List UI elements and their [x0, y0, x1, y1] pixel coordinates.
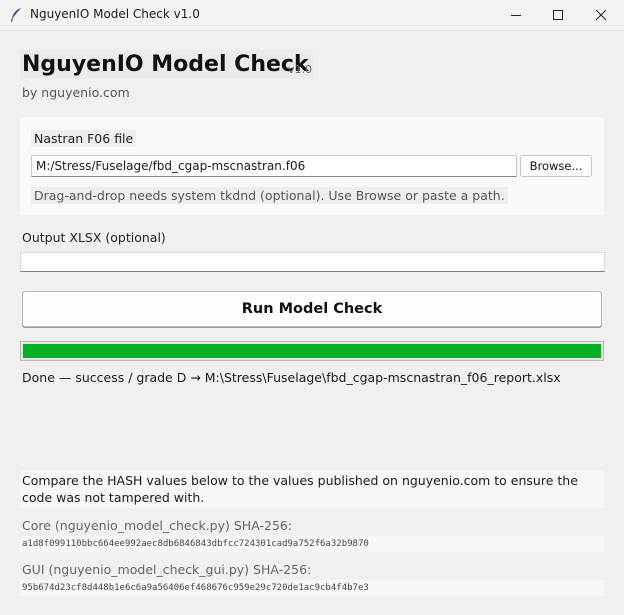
feather-icon	[9, 7, 23, 23]
status-message: Done — success / grade D → M:\Stress\Fus…	[22, 370, 561, 385]
maximize-icon	[553, 10, 563, 20]
output-xlsx-input[interactable]	[20, 252, 605, 272]
gui-hash-label: GUI (nguyenio_model_check_gui.py) SHA-25…	[22, 562, 312, 577]
core-hash-label: Core (nguyenio_model_check.py) SHA-256:	[22, 518, 293, 533]
window-title: NguyenIO Model Check v1.0	[30, 7, 200, 21]
browse-button[interactable]: Browse...	[520, 155, 592, 177]
maximize-button[interactable]	[535, 0, 581, 30]
close-icon	[595, 9, 607, 21]
f06-file-input[interactable]	[31, 155, 517, 177]
hash-compare-note: Compare the HASH values below to the val…	[22, 473, 578, 505]
minimize-icon	[511, 15, 521, 16]
close-button[interactable]	[578, 0, 624, 30]
app-title: NguyenIO Model Check	[20, 50, 313, 79]
progress-bar	[20, 341, 604, 361]
drag-drop-hint: Drag-and-drop needs system tkdnd (option…	[31, 187, 508, 204]
run-model-check-button[interactable]: Run Model Check	[22, 291, 602, 327]
version-label: v1.0	[288, 63, 313, 76]
core-hash-value[interactable]: a1d8f099110bbc664ee992aec8db6846843dbfcc…	[22, 539, 369, 549]
byline: by nguyenio.com	[22, 85, 130, 100]
f06-file-label: Nastran F06 file	[31, 130, 137, 147]
output-xlsx-label: Output XLSX (optional)	[22, 230, 166, 245]
minimize-button[interactable]	[493, 0, 539, 30]
progress-bar-fill	[23, 344, 601, 358]
gui-hash-value[interactable]: 95b674d23cf8d448b1e6c6a9a56406ef468676c9…	[22, 583, 369, 593]
title-bar[interactable]: NguyenIO Model Check v1.0	[0, 0, 624, 31]
